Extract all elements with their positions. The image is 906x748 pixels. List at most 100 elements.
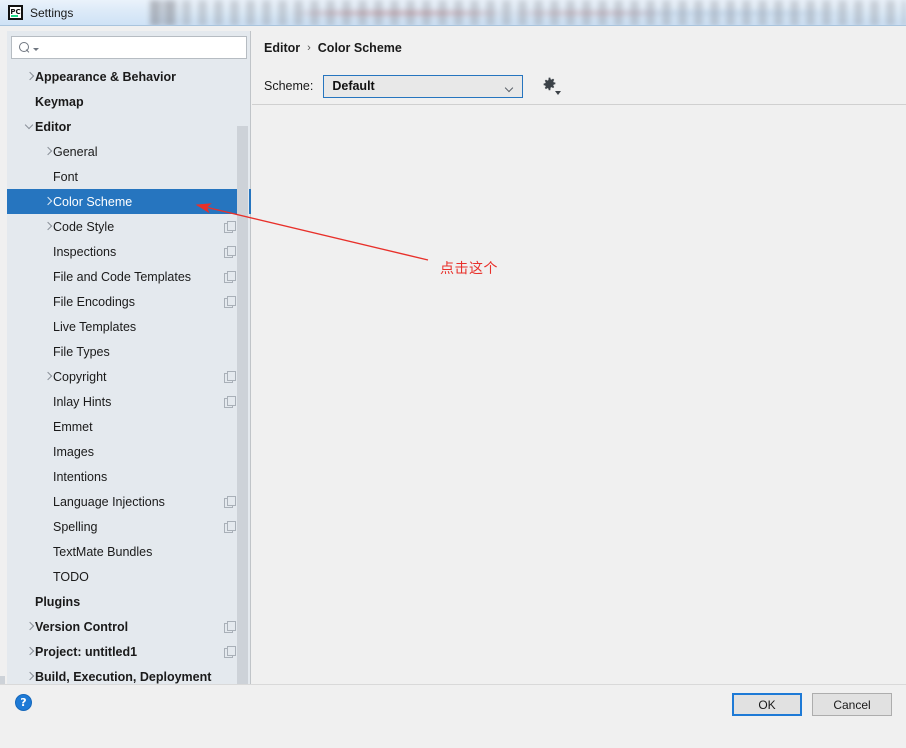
sidebar-scrollbar-thumb[interactable]	[237, 126, 248, 691]
settings-sidebar: Appearance & Behavior Keymap Editor General…	[7, 31, 251, 691]
sidebar-item-build-execution-deployment[interactable]: Build, Execution, Deployment	[7, 664, 251, 685]
sidebar-item-label: Build, Execution, Deployment	[35, 669, 212, 684]
scheme-dropdown[interactable]: Default	[323, 74, 524, 98]
sidebar-item-copyright[interactable]: Copyright	[7, 364, 251, 389]
scheme-settings-button[interactable]	[541, 76, 562, 96]
sidebar-item-todo[interactable]: TODO	[7, 564, 251, 589]
breadcrumb: Editor › Color Scheme	[264, 41, 402, 55]
search-input[interactable]	[39, 40, 246, 55]
sidebar-item-label: Editor	[35, 119, 72, 134]
sidebar-item-editor[interactable]: Editor	[7, 114, 251, 139]
copy-indicator-icon	[224, 296, 236, 308]
panel-divider	[252, 104, 906, 105]
copy-indicator-icon	[224, 221, 236, 233]
title-bar-blurred-background	[150, 0, 906, 25]
sidebar-item-label: Color Scheme	[53, 194, 133, 209]
settings-dialog: Appearance & Behavior Keymap Editor General…	[0, 26, 906, 748]
sidebar-item-label: Copyright	[53, 369, 107, 384]
sidebar-item-inlay-hints[interactable]: Inlay Hints	[7, 389, 251, 414]
sidebar-item-label: File Types	[53, 344, 110, 359]
sidebar-item-label: TextMate Bundles	[53, 544, 153, 559]
chevron-down-icon[interactable]	[25, 122, 35, 132]
gear-icon	[544, 77, 556, 91]
scheme-row: Scheme: Default	[264, 74, 562, 98]
sidebar-scrollbar-track[interactable]	[237, 64, 249, 691]
settings-tree[interactable]: Appearance & Behavior Keymap Editor General…	[7, 64, 251, 685]
sidebar-item-label: Project: untitled1	[35, 644, 138, 659]
window-title: Settings	[30, 5, 74, 20]
sidebar-item-label: Language Injections	[53, 494, 165, 509]
sidebar-item-label: Code Style	[53, 219, 115, 234]
sidebar-item-live-templates[interactable]: Live Templates	[7, 314, 251, 339]
ok-button[interactable]: OK	[732, 693, 802, 716]
sidebar-item-intentions[interactable]: Intentions	[7, 464, 251, 489]
sidebar-item-label: Inlay Hints	[53, 394, 112, 409]
settings-main-panel: Editor › Color Scheme Scheme: Default	[252, 31, 906, 685]
sidebar-item-color-scheme[interactable]: Color Scheme	[7, 189, 251, 214]
chevron-right-icon[interactable]	[43, 372, 53, 382]
sidebar-item-plugins[interactable]: Plugins	[7, 589, 251, 614]
sidebar-item-general[interactable]: General	[7, 139, 251, 164]
sidebar-item-appearance-behavior[interactable]: Appearance & Behavior	[7, 64, 251, 89]
sidebar-item-label: TODO	[53, 569, 89, 584]
sidebar-item-label: Plugins	[35, 594, 81, 609]
sidebar-item-emmet[interactable]: Emmet	[7, 414, 251, 439]
gear-dropdown-caret-icon	[555, 91, 562, 95]
breadcrumb-separator-icon: ›	[307, 42, 311, 54]
chevron-right-icon[interactable]	[43, 147, 53, 157]
pycharm-logo-icon: PC	[8, 5, 23, 20]
scheme-selected-value: Default	[332, 79, 375, 93]
copy-indicator-icon	[224, 621, 236, 633]
copy-indicator-icon	[224, 496, 236, 508]
breadcrumb-parent[interactable]: Editor	[264, 41, 300, 55]
sidebar-item-label: File Encodings	[53, 294, 135, 309]
sidebar-item-file-encodings[interactable]: File Encodings	[7, 289, 251, 314]
sidebar-item-project-untitled1[interactable]: Project: untitled1	[7, 639, 251, 664]
sidebar-item-code-style[interactable]: Code Style	[7, 214, 251, 239]
chevron-right-icon[interactable]	[25, 72, 35, 82]
sidebar-item-language-injections[interactable]: Language Injections	[7, 489, 251, 514]
sidebar-item-label: Inspections	[53, 244, 117, 259]
sidebar-item-label: Images	[53, 444, 94, 459]
sidebar-item-label: File and Code Templates	[53, 269, 192, 284]
sidebar-item-keymap[interactable]: Keymap	[7, 89, 251, 114]
scheme-label: Scheme:	[264, 79, 314, 93]
sidebar-item-inspections[interactable]: Inspections	[7, 239, 251, 264]
chevron-right-icon[interactable]	[25, 647, 35, 657]
sidebar-item-file-types[interactable]: File Types	[7, 339, 251, 364]
chevron-right-icon[interactable]	[43, 197, 53, 207]
sidebar-item-label: Spelling	[53, 519, 98, 534]
chevron-down-icon	[506, 85, 513, 92]
copy-indicator-icon	[224, 646, 236, 658]
copy-indicator-icon	[224, 396, 236, 408]
sidebar-item-label: Version Control	[35, 619, 129, 634]
sidebar-item-label: Keymap	[35, 94, 84, 109]
dialog-footer: ? OK Cancel	[0, 684, 906, 722]
left-edge-strip	[0, 52, 7, 748]
help-button[interactable]: ?	[15, 694, 32, 711]
copy-indicator-icon	[224, 371, 236, 383]
search-icon	[19, 41, 32, 54]
sidebar-item-label: Font	[53, 169, 79, 184]
sidebar-item-label: Live Templates	[53, 319, 137, 334]
cancel-button[interactable]: Cancel	[812, 693, 892, 716]
sidebar-item-label: Intentions	[53, 469, 108, 484]
chevron-right-icon[interactable]	[43, 222, 53, 232]
sidebar-item-label: Appearance & Behavior	[35, 69, 177, 84]
sidebar-item-label: General	[53, 144, 98, 159]
sidebar-item-images[interactable]: Images	[7, 439, 251, 464]
sidebar-item-font[interactable]: Font	[7, 164, 251, 189]
search-box[interactable]	[11, 36, 247, 59]
sidebar-item-label: Emmet	[53, 419, 93, 434]
window-title-bar: PC Settings	[0, 0, 906, 26]
breadcrumb-current: Color Scheme	[317, 41, 402, 55]
sidebar-item-version-control[interactable]: Version Control	[7, 614, 251, 639]
copy-indicator-icon	[224, 246, 236, 258]
chevron-right-icon[interactable]	[25, 622, 35, 632]
sidebar-item-spelling[interactable]: Spelling	[7, 514, 251, 539]
sidebar-item-file-and-code-templates[interactable]: File and Code Templates	[7, 264, 251, 289]
copy-indicator-icon	[224, 271, 236, 283]
sidebar-item-textmate-bundles[interactable]: TextMate Bundles	[7, 539, 251, 564]
chevron-right-icon[interactable]	[25, 672, 35, 682]
copy-indicator-icon	[224, 521, 236, 533]
